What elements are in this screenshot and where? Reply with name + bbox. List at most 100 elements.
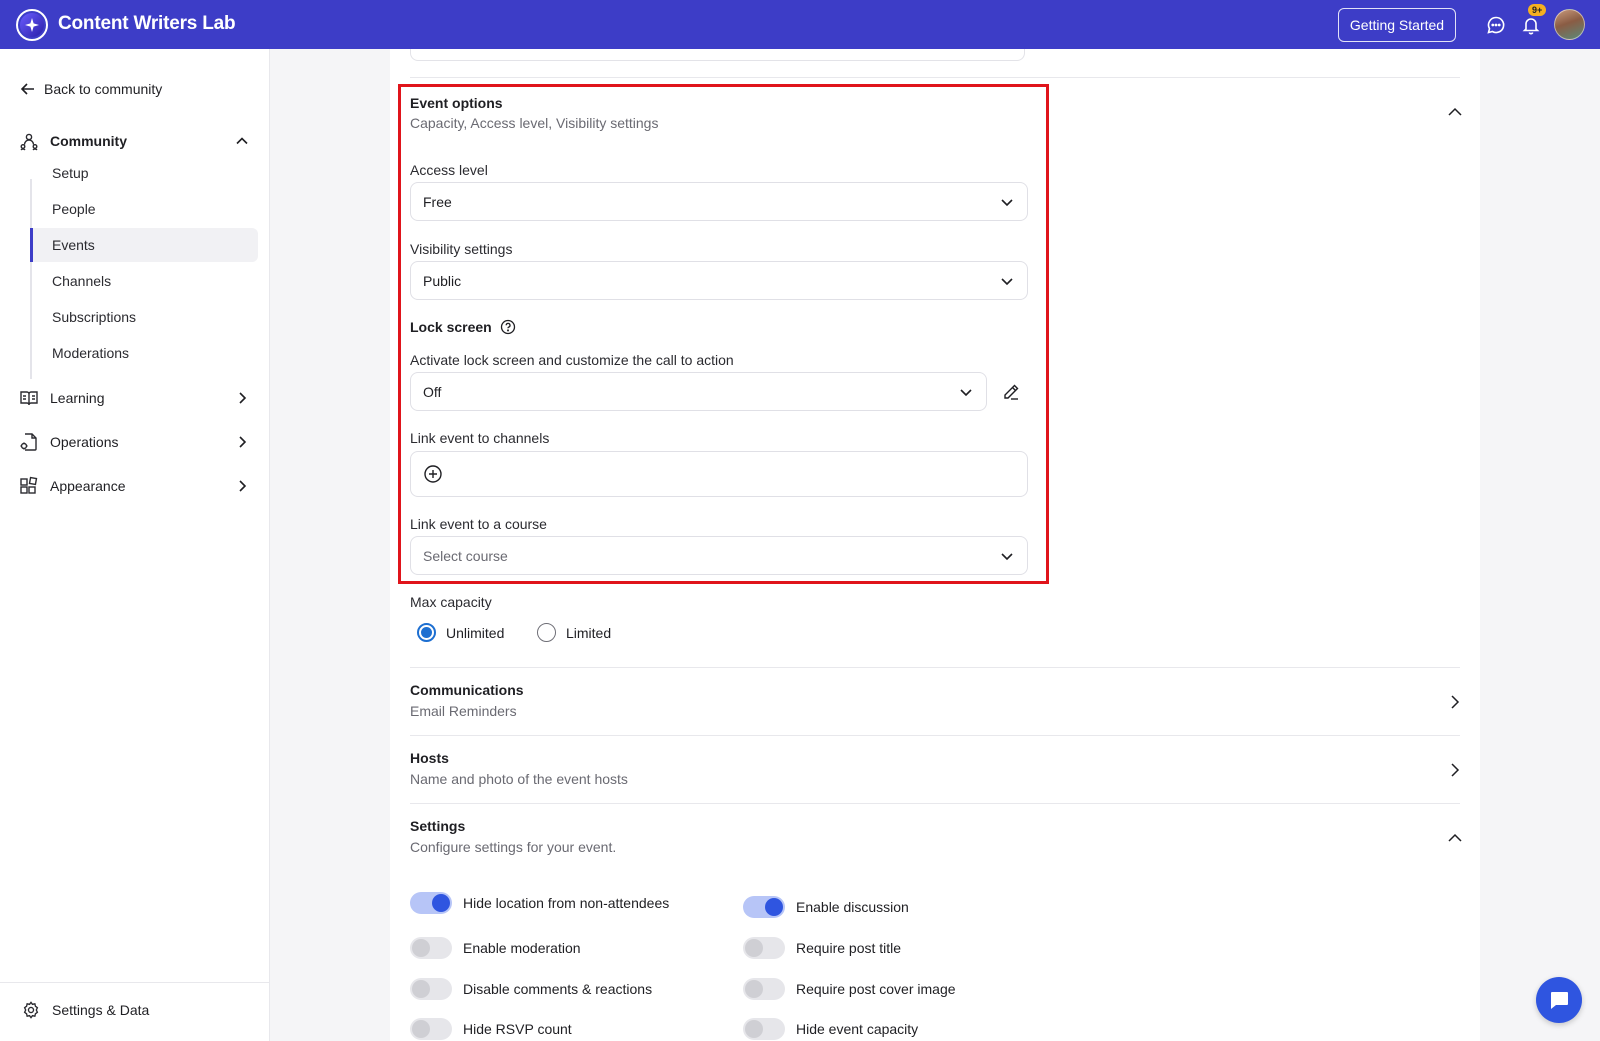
chevron-down-icon	[960, 388, 972, 396]
sidebar-section-learning[interactable]: Learning	[18, 387, 250, 409]
sidebar-section-community[interactable]: Community	[18, 130, 250, 152]
toggle-label: Hide RSVP count	[463, 1021, 572, 1037]
chevron-down-icon	[1001, 552, 1013, 560]
sidebar-item-people[interactable]: People	[30, 192, 258, 226]
chevron-down-icon	[1001, 277, 1013, 285]
access-level-select[interactable]: Free	[410, 182, 1028, 221]
divider	[410, 735, 1460, 736]
toggle-switch[interactable]	[410, 892, 452, 914]
bell-icon[interactable]	[1519, 13, 1543, 37]
access-level-value: Free	[423, 193, 452, 210]
lock-screen-title: Lock screen	[410, 319, 492, 335]
toggle-hide-rsvp[interactable]: Hide RSVP count	[410, 1018, 572, 1040]
visibility-settings-select[interactable]: Public	[410, 261, 1028, 300]
toggle-require-post-title[interactable]: Require post title	[743, 937, 901, 959]
chevron-up-icon[interactable]	[234, 133, 250, 149]
book-icon	[18, 387, 40, 409]
app-title[interactable]: Content Writers Lab	[58, 13, 236, 35]
learning-label: Learning	[50, 390, 105, 406]
sidebar-item-setup[interactable]: Setup	[30, 156, 258, 190]
toggle-switch[interactable]	[743, 937, 785, 959]
operations-icon	[18, 431, 40, 453]
communications-title[interactable]: Communications	[410, 682, 524, 698]
toggle-switch[interactable]	[410, 1018, 452, 1040]
settings-title[interactable]: Settings	[410, 818, 465, 834]
appearance-icon	[18, 475, 40, 497]
chat-icon[interactable]	[1484, 13, 1508, 37]
notification-badge: 9+	[1528, 4, 1547, 16]
hosts-title[interactable]: Hosts	[410, 750, 449, 766]
toggle-label: Enable moderation	[463, 940, 581, 956]
lock-screen-value: Off	[423, 383, 442, 400]
lock-screen-heading: Lock screen	[410, 319, 516, 335]
plus-circle-icon[interactable]	[423, 464, 443, 484]
sidebar-item-events[interactable]: Events	[30, 228, 258, 262]
divider	[410, 667, 1460, 668]
toggle-switch[interactable]	[410, 978, 452, 1000]
back-label: Back to community	[44, 81, 163, 97]
sidebar-item-channels[interactable]: Channels	[30, 264, 258, 298]
getting-started-button[interactable]: Getting Started	[1338, 8, 1456, 42]
avatar[interactable]	[1554, 9, 1585, 40]
chevron-right-icon[interactable]	[234, 390, 250, 406]
chevron-right-icon[interactable]	[234, 478, 250, 494]
chevron-right-icon[interactable]	[1445, 760, 1465, 780]
chevron-down-icon	[1001, 198, 1013, 206]
toggle-switch[interactable]	[743, 896, 785, 918]
toggle-label: Enable discussion	[796, 899, 909, 915]
help-icon[interactable]	[500, 319, 516, 335]
toggle-label: Require post cover image	[796, 981, 956, 997]
settings-data-link[interactable]: Settings & Data	[22, 1001, 149, 1019]
toggle-hide-location[interactable]: Hide location from non-attendees	[410, 892, 669, 914]
toggle-label: Disable comments & reactions	[463, 981, 653, 997]
toggle-switch[interactable]	[743, 1018, 785, 1040]
toggle-enable-discussion[interactable]: Enable discussion	[743, 896, 909, 918]
sidebar-section-operations[interactable]: Operations	[18, 431, 250, 453]
chat-launcher-button[interactable]	[1536, 977, 1582, 1023]
sidebar-item-moderations[interactable]: Moderations	[30, 336, 258, 370]
community-icon	[18, 130, 40, 152]
link-channels-field[interactable]	[410, 451, 1028, 497]
top-bar: Content Writers Lab Getting Started 9+	[0, 0, 1600, 49]
visibility-settings-label: Visibility settings	[410, 241, 513, 257]
link-course-placeholder: Select course	[423, 547, 508, 564]
lock-screen-select[interactable]: Off	[410, 372, 987, 411]
capacity-limited-label: Limited	[566, 624, 612, 641]
operations-label: Operations	[50, 434, 119, 450]
toggle-require-cover-image[interactable]: Require post cover image	[743, 978, 956, 1000]
link-course-select[interactable]: Select course	[410, 536, 1028, 575]
sidebar: Back to community Community Setup People…	[0, 49, 270, 1041]
back-to-community-link[interactable]: Back to community	[20, 81, 162, 97]
event-options-title[interactable]: Event options	[410, 95, 503, 111]
toggle-switch[interactable]	[743, 978, 785, 1000]
visibility-value: Public	[423, 272, 462, 289]
chevron-up-icon[interactable]	[1445, 828, 1465, 848]
previous-field-stub	[410, 49, 1025, 61]
toggle-enable-moderation[interactable]: Enable moderation	[410, 937, 581, 959]
toggle-hide-event-capacity[interactable]: Hide event capacity	[743, 1018, 918, 1040]
toggle-switch[interactable]	[410, 937, 452, 959]
chevron-right-icon[interactable]	[234, 434, 250, 450]
logo-icon[interactable]	[16, 9, 48, 41]
toggle-label: Require post title	[796, 940, 902, 956]
settings-subtitle: Configure settings for your event.	[410, 839, 617, 855]
sidebar-item-subscriptions[interactable]: Subscriptions	[30, 300, 258, 334]
chevron-right-icon[interactable]	[1445, 692, 1465, 712]
settings-data-label: Settings & Data	[52, 1002, 150, 1018]
lock-screen-label: Activate lock screen and customize the c…	[410, 352, 734, 368]
arrow-left-icon	[20, 83, 34, 95]
toggle-disable-comments[interactable]: Disable comments & reactions	[410, 978, 652, 1000]
sidebar-section-appearance[interactable]: Appearance	[18, 475, 250, 497]
link-course-label: Link event to a course	[410, 516, 547, 532]
link-channels-label: Link event to channels	[410, 430, 550, 446]
radio-selected-icon	[417, 623, 436, 642]
pencil-icon[interactable]	[1002, 383, 1020, 401]
divider	[410, 77, 1460, 78]
event-options-subtitle: Capacity, Access level, Visibility setti…	[410, 115, 659, 131]
capacity-limited-radio[interactable]: Limited	[537, 623, 611, 642]
appearance-label: Appearance	[50, 478, 126, 494]
max-capacity-label: Max capacity	[410, 594, 492, 610]
gear-icon	[23, 1001, 39, 1019]
capacity-unlimited-radio[interactable]: Unlimited	[417, 623, 504, 642]
chevron-up-icon[interactable]	[1445, 102, 1465, 122]
